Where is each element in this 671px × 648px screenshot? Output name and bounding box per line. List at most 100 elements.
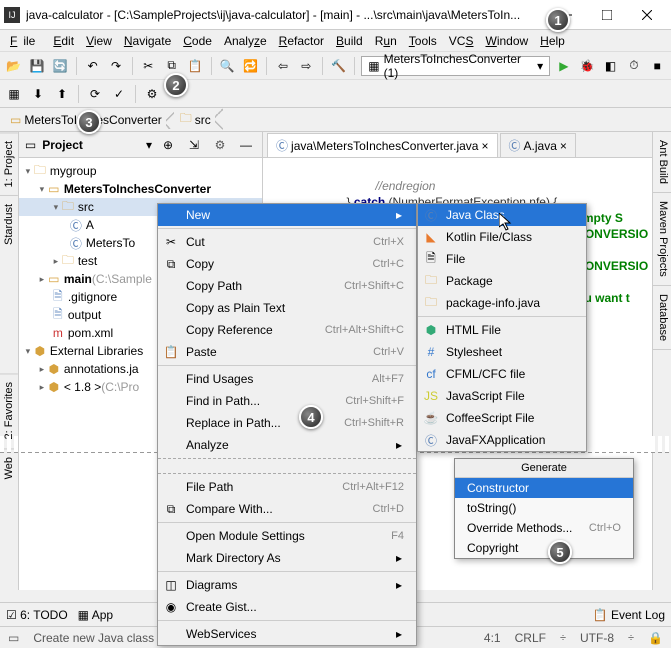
generate-title: Generate [455,459,633,478]
undo-icon[interactable]: ↶ [83,56,102,76]
tb2-icon-5[interactable]: ✓ [109,84,129,104]
status-crlf[interactable]: CRLF [515,631,546,645]
cm-copy-ref[interactable]: Copy ReferenceCtrl+Alt+Shift+C [158,319,416,341]
tb2-icon-3[interactable]: ⬆ [52,84,72,104]
replace-icon[interactable]: 🔁 [241,56,260,76]
cm-find-usages[interactable]: Find UsagesAlt+F7 [158,368,416,390]
tb2-icon-1[interactable]: ▦ [4,84,24,104]
gen-override[interactable]: Override Methods...Ctrl+O [455,518,633,538]
menu-run[interactable]: Run [369,32,403,50]
status-lock-icon[interactable]: 🔒 [648,631,663,645]
open-icon[interactable]: 📂 [4,56,23,76]
sm-stylesheet[interactable]: #Stylesheet [418,341,586,363]
cm-compare[interactable]: ⧉Compare With...Ctrl+D [158,498,416,520]
gen-constructor[interactable]: Constructor [455,478,633,498]
editor-tab-a[interactable]: ⒸA.java× [500,133,576,157]
sm-js[interactable]: JSJavaScript File [418,385,586,407]
cm-cut[interactable]: ✂CutCtrl+X [158,231,416,253]
cm-analyze[interactable]: Analyze▸ [158,434,416,456]
cm-file-path[interactable]: File PathCtrl+Alt+F12 [158,476,416,498]
menu-navigate[interactable]: Navigate [118,32,177,50]
close-button[interactable] [627,1,667,29]
window-title: java-calculator - [C:\SampleProjects\ij\… [26,8,547,22]
todo-tab[interactable]: ☑ 6: TODO [6,608,68,622]
gen-copyright[interactable]: Copyright [455,538,633,558]
back-icon[interactable]: ⇦ [273,56,292,76]
run-icon[interactable]: ▶ [554,56,573,76]
save-icon[interactable]: 💾 [27,56,46,76]
cm-copy-path[interactable]: Copy PathCtrl+Shift+C [158,275,416,297]
find-icon[interactable]: 🔍 [218,56,237,76]
side-tab-ant[interactable]: Ant Build [653,132,671,193]
menu-tools[interactable]: Tools [403,32,443,50]
toolbar-secondary: ▦ ⬇ ⬆ ⟳ ✓ ⚙ [0,80,671,108]
cut-icon[interactable]: ✂ [139,56,158,76]
stop-icon[interactable]: ■ [648,56,667,76]
cm-gist[interactable]: ◉Create Gist... [158,596,416,618]
tb2-icon-6[interactable]: ⚙ [142,84,162,104]
cm-open-module[interactable]: Open Module SettingsF4 [158,525,416,547]
cm-diagrams[interactable]: ◫Diagrams▸ [158,574,416,596]
collapse-icon[interactable]: ⇲ [184,135,204,155]
profile-icon[interactable]: ⏱ [624,56,643,76]
editor-tab-meters[interactable]: Ⓒjava\MetersToInchesConverter.java× [267,133,497,157]
cm-new[interactable]: New▸ [158,204,416,226]
context-menu: New▸ ✂CutCtrl+X ⧉CopyCtrl+C Copy PathCtr… [157,203,417,646]
sm-file[interactable]: 🗎File [418,248,586,270]
close-icon[interactable]: × [560,139,567,153]
cm-replace-in-path[interactable]: Replace in Path...Ctrl+Shift+R [158,412,416,434]
side-tab-project[interactable]: 1: Project [0,132,18,195]
tb2-icon-2[interactable]: ⬇ [28,84,48,104]
sm-javafx[interactable]: ⒸJavaFXApplication [418,429,586,451]
event-log-tab[interactable]: 📋 Event Log [593,608,665,622]
menu-refactor[interactable]: Refactor [273,32,330,50]
chevron-down-icon[interactable]: ▾ [146,138,152,152]
sm-cfml[interactable]: cfCFML/CFC file [418,363,586,385]
menu-build[interactable]: Build [330,32,369,50]
forward-icon[interactable]: ⇨ [297,56,316,76]
side-tab-stardust[interactable]: Stardust [0,195,18,253]
menu-window[interactable]: Window [479,32,534,50]
menu-analyze[interactable]: Analyze [218,32,273,50]
cm-copy-plain[interactable]: Copy as Plain Text [158,297,416,319]
side-tab-database[interactable]: Database [653,286,671,350]
cm-copy[interactable]: ⧉CopyCtrl+C [158,253,416,275]
menu-view[interactable]: View [80,32,118,50]
status-icon[interactable]: ▭ [8,631,19,645]
redo-icon[interactable]: ↷ [106,56,125,76]
tb2-icon-4[interactable]: ⟳ [85,84,105,104]
gen-tostring[interactable]: toString() [455,498,633,518]
run-config-selector[interactable]: ▦ MetersToInchesConverter (1) ▾ [361,56,550,76]
cm-paste[interactable]: 📋PasteCtrl+V [158,341,416,363]
refresh-icon[interactable]: 🔄 [51,56,70,76]
menu-file[interactable]: File [4,32,47,50]
menu-vcs[interactable]: VCS [443,32,480,50]
menu-edit[interactable]: Edit [47,32,80,50]
breadcrumb-item-src[interactable]: 🗀 src [174,107,223,132]
app-icon: IJ [4,7,20,23]
close-icon[interactable]: × [481,139,488,153]
cm-webservices[interactable]: WebServices▸ [158,623,416,645]
menu-code[interactable]: Code [177,32,218,50]
debug-icon[interactable]: 🐞 [578,56,597,76]
sm-coffee[interactable]: ☕CoffeeScript File [418,407,586,429]
side-tab-maven[interactable]: Maven Projects [653,193,671,286]
cm-find-in-path[interactable]: Find in Path...Ctrl+Shift+F [158,390,416,412]
app-tab[interactable]: ▦ App [78,608,113,622]
sm-pkginfo[interactable]: 🗀package-info.java [418,292,586,314]
side-tab-web[interactable]: Web [0,448,18,487]
gear-icon[interactable]: ⚙ [210,135,230,155]
callout-3: 3 [77,110,101,134]
coverage-icon[interactable]: ◧ [601,56,620,76]
hide-icon[interactable]: — [236,135,256,155]
sm-package[interactable]: 🗀Package [418,270,586,292]
menu-help[interactable]: Help [534,32,571,50]
sm-html[interactable]: ⬢HTML File [418,319,586,341]
maximize-button[interactable] [587,1,627,29]
paste-icon[interactable]: 📋 [185,56,204,76]
cm-mark-dir[interactable]: Mark Directory As▸ [158,547,416,569]
build-icon[interactable]: 🔨 [329,56,348,76]
status-enc[interactable]: UTF-8 [580,631,614,645]
scroll-to-icon[interactable]: ⊕ [158,135,178,155]
callout-2: 2 [164,73,188,97]
